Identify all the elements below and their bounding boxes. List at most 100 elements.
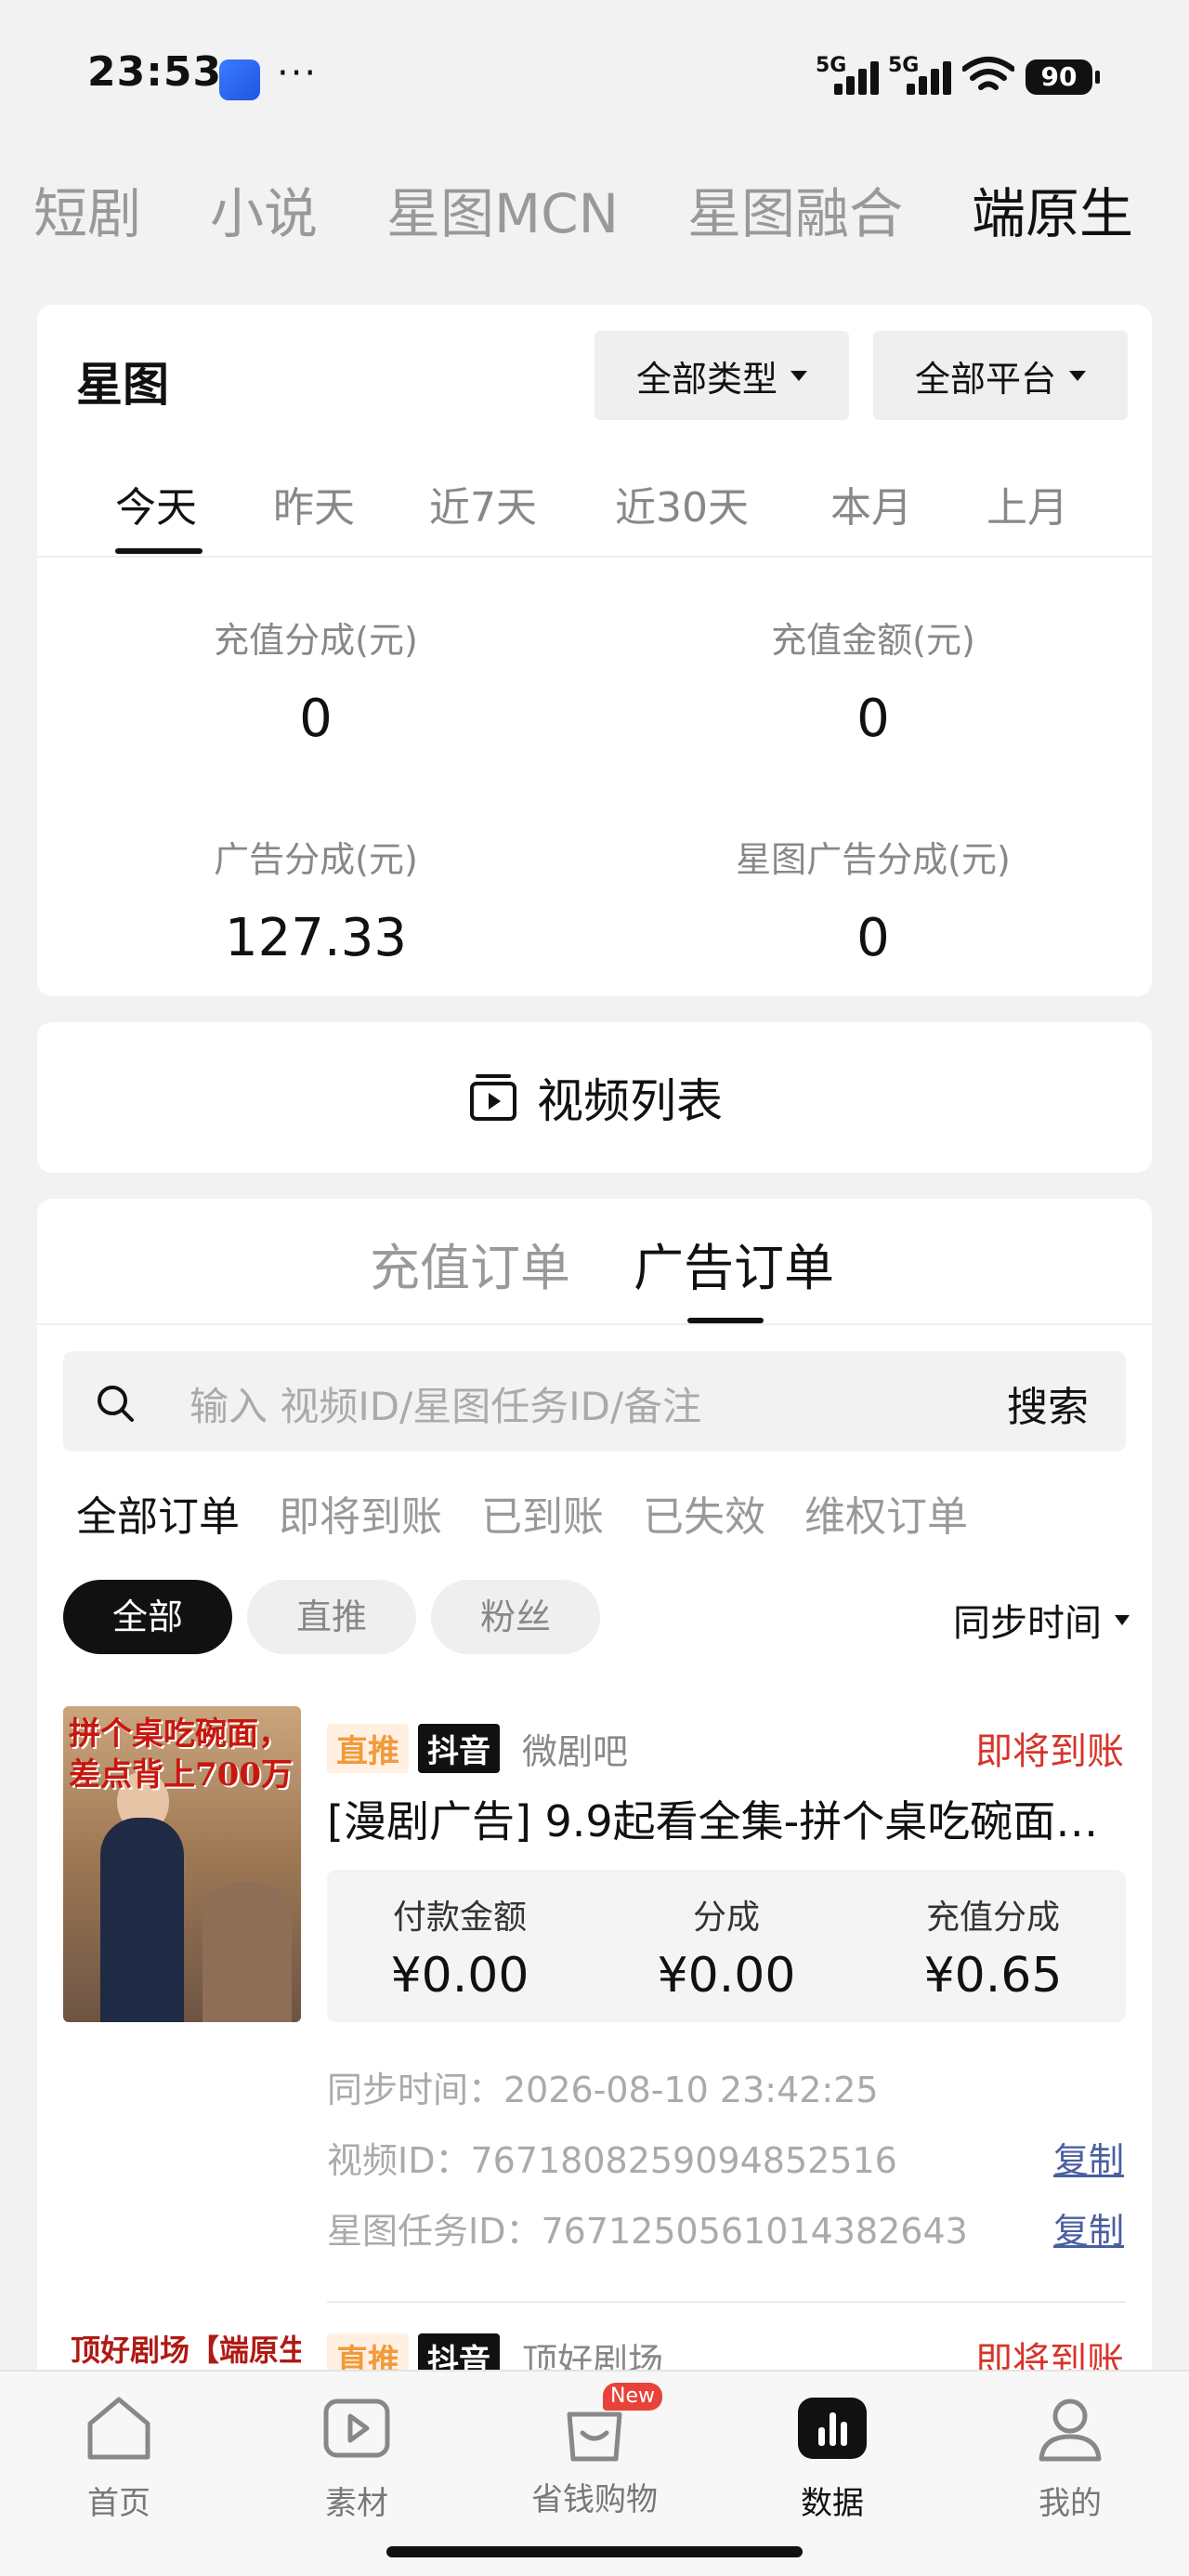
tab-duanju[interactable]: 短剧 <box>33 177 141 251</box>
order-type-tabs: 充值订单 广告订单 <box>37 1199 1152 1325</box>
search-input[interactable]: 输入 视频ID/星图任务ID/备注 <box>189 1375 701 1432</box>
search-icon <box>98 1386 134 1422</box>
order-title: [漫剧广告] 9.9起看全集-拼个桌吃碗面… <box>327 1796 1099 1847</box>
more-dots: ··· <box>277 52 319 95</box>
amount-label: 付款金额 <box>392 1899 527 1937</box>
date-tab-last-month[interactable]: 上月 <box>986 474 1068 533</box>
nav-home[interactable]: 首页 <box>0 2390 238 2523</box>
date-tab-this-month[interactable]: 本月 <box>830 474 912 533</box>
card-title: 星图 <box>76 358 169 412</box>
caret-down-icon <box>1069 370 1086 381</box>
amount-value: ¥0.00 <box>657 1948 796 2004</box>
wifi-icon <box>962 57 1014 90</box>
poster-text: 顶好剧场【端原生 <box>71 2333 301 2368</box>
platform-filter-dropdown[interactable]: 全部平台 <box>873 331 1128 420</box>
metric-value: 127.33 <box>225 908 407 968</box>
home-indicator[interactable] <box>386 2546 803 2557</box>
tab-ad-orders[interactable]: 广告订单 <box>634 1227 834 1300</box>
order-tags: 直推 抖音 微剧吧 <box>327 1723 628 1774</box>
filter-pending[interactable]: 即将到账 <box>279 1483 442 1543</box>
nav-data[interactable]: 数据 <box>713 2390 951 2523</box>
metric-recharge-amount: 充值金额(元) 0 <box>594 611 1152 749</box>
date-tab-today[interactable]: 今天 <box>115 474 197 533</box>
caret-down-icon <box>790 370 807 381</box>
amount-label: 分成 <box>692 1899 760 1937</box>
video-list-button[interactable]: 视频列表 <box>37 1022 1152 1173</box>
metric-label: 星图广告分成(元) <box>736 839 1011 880</box>
tab-xiaoshuo[interactable]: 小说 <box>210 177 318 251</box>
nav-label: 素材 <box>325 2485 388 2522</box>
metric-label: 广告分成(元) <box>214 839 418 880</box>
amount-share: 分成 ¥0.00 <box>594 1890 859 2004</box>
active-tab-indicator <box>115 548 203 554</box>
orders-card: 充值订单 广告订单 输入 视频ID/星图任务ID/备注 搜索 全部订单 即将到账… <box>37 1199 1152 2398</box>
tab-duan-yuansheng[interactable]: 端原生 <box>972 177 1133 251</box>
app-notification-icon <box>219 59 260 100</box>
copy-video-id-button[interactable]: 复制 <box>1053 2132 1124 2183</box>
sort-dropdown[interactable]: 同步时间 <box>953 1593 1130 1647</box>
tab-xingtu-ronghe[interactable]: 星图融合 <box>687 177 903 251</box>
metric-xingtu-ad-share: 星图广告分成(元) 0 <box>594 831 1152 968</box>
nav-label: 首页 <box>87 2485 150 2522</box>
nav-me[interactable]: 我的 <box>951 2390 1189 2523</box>
nav-shopping[interactable]: New 省钱购物 <box>476 2383 713 2519</box>
order-status-filters: 全部订单 即将到账 已到账 已失效 维权订单 <box>76 1483 1007 1543</box>
metric-label: 充值金额(元) <box>771 620 975 661</box>
date-tab-yesterday[interactable]: 昨天 <box>273 474 355 533</box>
top-tabs: 短剧 小说 星图MCN 星图融合 端原生 <box>33 177 1189 251</box>
xingtu-summary-card: 星图 全部类型 全部平台 今天 昨天 近7天 近30天 本月 上月 充值分成(元… <box>37 305 1152 996</box>
amount-label: 充值分成 <box>925 1899 1060 1937</box>
platform-filter-label: 全部平台 <box>914 358 1056 400</box>
sort-label: 同步时间 <box>953 1602 1102 1645</box>
amount-value: ¥0.00 <box>390 1948 529 2004</box>
status-bar: 23:53 ··· 5G 5G 90 <box>0 0 1189 149</box>
shopping-bag-icon: New <box>556 2383 662 2466</box>
clock: 23:53 <box>87 48 223 96</box>
metric-recharge-share: 充值分成(元) 0 <box>37 611 594 749</box>
date-tab-30days[interactable]: 近30天 <box>615 474 749 533</box>
bar-chart-icon <box>798 2398 867 2459</box>
chip-all[interactable]: 全部 <box>63 1580 232 1654</box>
nav-label: 省钱购物 <box>531 2481 658 2518</box>
divider <box>327 2301 1126 2303</box>
date-range-tabs: 今天 昨天 近7天 近30天 本月 上月 <box>37 465 1152 558</box>
type-filter-dropdown[interactable]: 全部类型 <box>594 331 849 420</box>
nav-label: 我的 <box>1039 2485 1102 2522</box>
metric-label: 充值分成(元) <box>214 620 418 661</box>
poster-text: 拼个桌吃碗面，差点背上700万 <box>69 1715 293 1794</box>
tag-direct: 直推 <box>327 1724 409 1773</box>
chip-direct[interactable]: 直推 <box>247 1580 416 1654</box>
tab-recharge-orders[interactable]: 充值订单 <box>370 1227 570 1300</box>
nav-label: 数据 <box>801 2485 864 2522</box>
filter-expired[interactable]: 已失效 <box>643 1483 765 1543</box>
tab-xingtu-mcn[interactable]: 星图MCN <box>386 177 619 251</box>
metric-value: 0 <box>856 908 890 968</box>
chip-fans[interactable]: 粉丝 <box>431 1580 600 1654</box>
new-badge: New <box>603 2383 662 2411</box>
filter-dispute[interactable]: 维权订单 <box>804 1483 968 1543</box>
date-tab-7days[interactable]: 近7天 <box>429 474 537 533</box>
source-chips: 全部 直推 粉丝 <box>63 1580 600 1654</box>
video-list-icon <box>470 1074 516 1121</box>
tag-douyin: 抖音 <box>418 1724 500 1773</box>
copy-task-id-button[interactable]: 复制 <box>1053 2202 1124 2254</box>
type-filter-label: 全部类型 <box>635 358 777 400</box>
video-id: 视频ID：7671808259094852516 <box>327 2140 897 2181</box>
home-icon <box>87 2397 150 2460</box>
metric-ad-share: 广告分成(元) 127.33 <box>37 831 594 968</box>
sync-time: 同步时间：2026-08-10 23:42:25 <box>327 2070 879 2110</box>
nav-material[interactable]: 素材 <box>238 2390 476 2523</box>
signal-bars-2-icon <box>907 58 955 95</box>
video-list-label: 视频列表 <box>537 1074 723 1128</box>
amount-payment: 付款金额 ¥0.00 <box>327 1890 593 2004</box>
order-source: 微剧吧 <box>522 1731 629 1772</box>
search-button[interactable]: 搜索 <box>1007 1373 1089 1433</box>
metric-value: 0 <box>299 689 333 749</box>
amount-recharge-share: 充值分成 ¥0.65 <box>860 1890 1126 2004</box>
filter-all-orders[interactable]: 全部订单 <box>76 1483 240 1543</box>
active-tab-indicator <box>687 1318 764 1323</box>
drama-poster-image: 拼个桌吃碗面，差点背上700万 <box>63 1706 301 2022</box>
search-bar: 输入 视频ID/星图任务ID/备注 搜索 <box>63 1351 1126 1452</box>
amounts-panel: 付款金额 ¥0.00 分成 ¥0.00 充值分成 ¥0.65 <box>327 1870 1126 2022</box>
filter-received[interactable]: 已到账 <box>481 1483 604 1543</box>
